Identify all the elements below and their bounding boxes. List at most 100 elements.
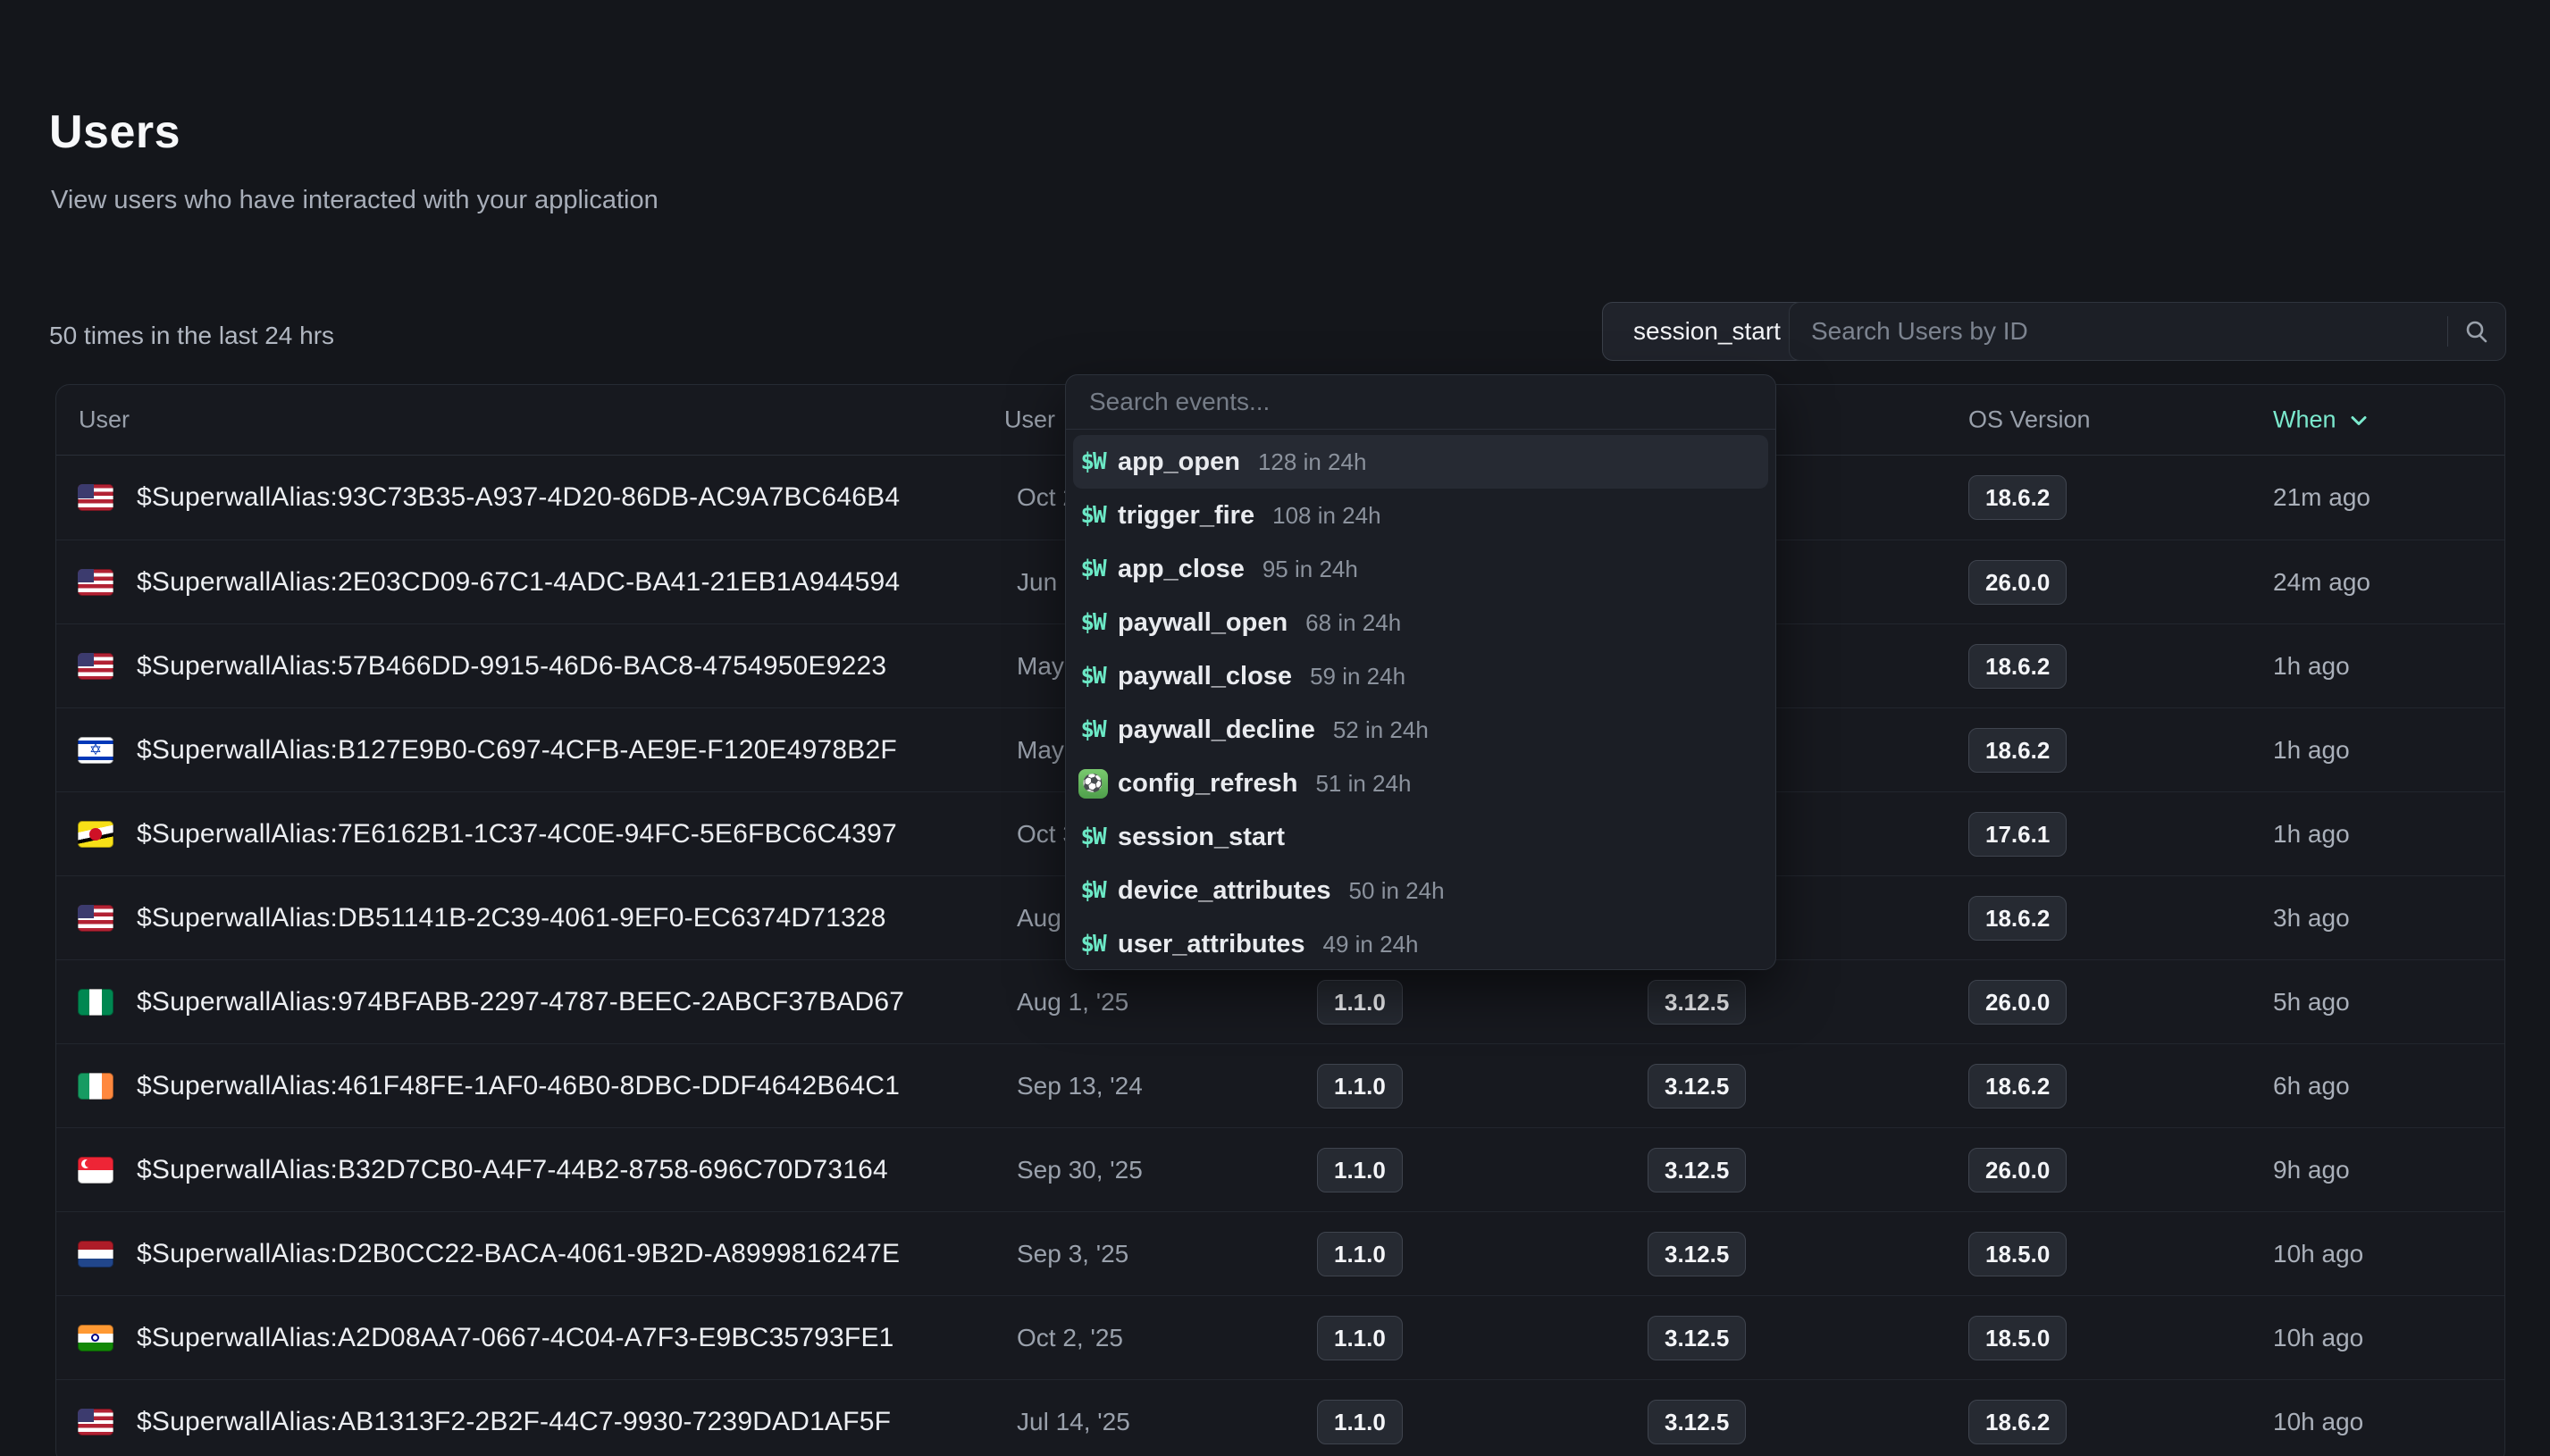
event-dropdown-item[interactable]: $W trigger_fire 108 in 24h bbox=[1073, 489, 1768, 542]
user-since-date: Sep 30, '25 bbox=[1017, 1156, 1143, 1184]
table-row[interactable]: $SuperwallAlias:974BFABB-2297-4787-BEEC-… bbox=[56, 959, 2504, 1043]
last-seen-when: 6h ago bbox=[2273, 1072, 2350, 1100]
user-search-input[interactable] bbox=[1790, 317, 2447, 346]
column-header-user: User bbox=[79, 406, 130, 434]
user-alias: $SuperwallAlias:DB51141B-2C39-4061-9EF0-… bbox=[137, 903, 886, 933]
event-count: 95 in 24h bbox=[1262, 556, 1358, 583]
user-alias: $SuperwallAlias:974BFABB-2297-4787-BEEC-… bbox=[137, 987, 904, 1017]
event-dropdown-item[interactable]: $W device_attributes 50 in 24h bbox=[1073, 864, 1768, 917]
os-version-badge: 26.0.0 bbox=[1968, 980, 2067, 1025]
user-since-date: Sep 3, '25 bbox=[1017, 1240, 1128, 1268]
user-alias: $SuperwallAlias:AB1313F2-2B2F-44C7-9930-… bbox=[137, 1407, 891, 1437]
user-since-date: Sep 13, '24 bbox=[1017, 1072, 1143, 1100]
event-count: 52 in 24h bbox=[1333, 716, 1429, 744]
last-seen-when: 1h ago bbox=[2273, 820, 2350, 849]
column-header-when[interactable]: When bbox=[2273, 406, 2370, 434]
superwall-event-icon: $W bbox=[1080, 448, 1104, 475]
last-seen-when: 3h ago bbox=[2273, 904, 2350, 933]
event-name: paywall_decline bbox=[1118, 715, 1315, 745]
event-count: 128 in 24h bbox=[1258, 448, 1366, 476]
event-name: app_close bbox=[1118, 555, 1245, 584]
last-seen-when: 5h ago bbox=[2273, 988, 2350, 1017]
app-version-badge: 1.1.0 bbox=[1317, 980, 1403, 1025]
os-version-badge: 18.6.2 bbox=[1968, 896, 2067, 941]
event-dropdown-item[interactable]: $W user_attributes 49 in 24h bbox=[1073, 917, 1768, 970]
event-count-summary: 50 times in the last 24 hrs bbox=[49, 322, 334, 350]
superwall-event-icon: $W bbox=[1080, 824, 1104, 850]
user-alias: $SuperwallAlias:B127E9B0-C697-4CFB-AE9E-… bbox=[137, 735, 897, 766]
country-flag-icon bbox=[78, 1157, 113, 1184]
event-dropdown-item[interactable]: ⚽ config_refresh 51 in 24h bbox=[1073, 757, 1768, 810]
user-search-box bbox=[1789, 302, 2506, 361]
country-flag-icon bbox=[78, 1073, 113, 1100]
event-dropdown-item[interactable]: $W paywall_decline 52 in 24h bbox=[1073, 703, 1768, 757]
country-flag-icon bbox=[78, 569, 113, 596]
os-version-badge: 18.6.2 bbox=[1968, 1064, 2067, 1109]
os-version-badge: 26.0.0 bbox=[1968, 560, 2067, 605]
user-since-date: Aug 1, '25 bbox=[1017, 988, 1128, 1017]
os-version-badge: 18.6.2 bbox=[1968, 475, 2067, 520]
country-flag-icon bbox=[78, 905, 113, 932]
user-since-date: May bbox=[1017, 652, 1064, 681]
user-alias: $SuperwallAlias:D2B0CC22-BACA-4061-9B2D-… bbox=[137, 1239, 900, 1269]
sdk-version-badge: 3.12.5 bbox=[1648, 1232, 1746, 1276]
event-name: config_refresh bbox=[1118, 769, 1297, 799]
event-name: session_start bbox=[1118, 823, 1285, 852]
column-header-os-version: OS Version bbox=[1968, 406, 2091, 434]
table-row[interactable]: $SuperwallAlias:B32D7CB0-A4F7-44B2-8758-… bbox=[56, 1127, 2504, 1211]
user-alias: $SuperwallAlias:57B466DD-9915-46D6-BAC8-… bbox=[137, 651, 886, 682]
event-name: device_attributes bbox=[1118, 876, 1331, 906]
event-filter-button[interactable]: session_start bbox=[1602, 302, 1812, 361]
superwall-event-icon: $W bbox=[1080, 931, 1104, 958]
event-dropdown-item[interactable]: $W paywall_open 68 in 24h bbox=[1073, 596, 1768, 649]
app-version-badge: 1.1.0 bbox=[1317, 1316, 1403, 1360]
user-alias: $SuperwallAlias:93C73B35-A937-4D20-86DB-… bbox=[137, 482, 900, 513]
user-alias: $SuperwallAlias:B32D7CB0-A4F7-44B2-8758-… bbox=[137, 1155, 888, 1185]
table-row[interactable]: $SuperwallAlias:D2B0CC22-BACA-4061-9B2D-… bbox=[56, 1211, 2504, 1295]
os-version-badge: 18.6.2 bbox=[1968, 1400, 2067, 1444]
os-version-badge: 18.6.2 bbox=[1968, 728, 2067, 773]
last-seen-when: 21m ago bbox=[2273, 483, 2370, 512]
country-flag-icon bbox=[78, 989, 113, 1016]
event-count: 51 in 24h bbox=[1315, 770, 1411, 798]
table-row[interactable]: $SuperwallAlias:AB1313F2-2B2F-44C7-9930-… bbox=[56, 1379, 2504, 1456]
event-count: 49 in 24h bbox=[1323, 931, 1419, 958]
user-since-date: Aug bbox=[1017, 904, 1061, 933]
country-flag-icon bbox=[78, 1409, 113, 1435]
events-search-input[interactable] bbox=[1089, 388, 1752, 416]
event-name: user_attributes bbox=[1118, 930, 1305, 959]
events-dropdown: $W app_open 128 in 24h $W trigger_fire 1… bbox=[1065, 374, 1776, 970]
last-seen-when: 9h ago bbox=[2273, 1156, 2350, 1184]
table-row[interactable]: $SuperwallAlias:461F48FE-1AF0-46B0-8DBC-… bbox=[56, 1043, 2504, 1127]
last-seen-when: 1h ago bbox=[2273, 652, 2350, 681]
app-version-badge: 1.1.0 bbox=[1317, 1232, 1403, 1276]
os-version-badge: 26.0.0 bbox=[1968, 1148, 2067, 1192]
event-dropdown-item[interactable]: $W session_start bbox=[1073, 810, 1768, 864]
event-count: 59 in 24h bbox=[1310, 663, 1405, 690]
sdk-version-badge: 3.12.5 bbox=[1648, 1064, 1746, 1109]
app-version-badge: 1.1.0 bbox=[1317, 1064, 1403, 1109]
sdk-version-badge: 3.12.5 bbox=[1648, 980, 1746, 1025]
user-alias: $SuperwallAlias:7E6162B1-1C37-4C0E-94FC-… bbox=[137, 819, 897, 849]
event-dropdown-item[interactable]: $W app_open 128 in 24h bbox=[1073, 435, 1768, 489]
config-app-icon: ⚽ bbox=[1078, 769, 1108, 799]
event-dropdown-item[interactable]: $W app_close 95 in 24h bbox=[1073, 542, 1768, 596]
chevron-down-icon bbox=[2347, 408, 2370, 431]
when-header-label: When bbox=[2273, 406, 2336, 434]
app-version-badge: 1.1.0 bbox=[1317, 1400, 1403, 1444]
user-alias: $SuperwallAlias:2E03CD09-67C1-4ADC-BA41-… bbox=[137, 567, 900, 598]
user-alias: $SuperwallAlias:461F48FE-1AF0-46B0-8DBC-… bbox=[137, 1071, 900, 1101]
event-name: app_open bbox=[1118, 448, 1240, 477]
os-version-badge: 17.6.1 bbox=[1968, 812, 2067, 857]
table-row[interactable]: $SuperwallAlias:A2D08AA7-0667-4C04-A7F3-… bbox=[56, 1295, 2504, 1379]
superwall-event-icon: $W bbox=[1080, 663, 1104, 690]
event-count: 108 in 24h bbox=[1272, 502, 1380, 530]
user-since-date: Oct 2, '25 bbox=[1017, 1324, 1123, 1352]
column-header-user-since: User bbox=[1004, 406, 1055, 434]
os-version-badge: 18.6.2 bbox=[1968, 644, 2067, 689]
event-count: 68 in 24h bbox=[1305, 609, 1401, 637]
country-flag-icon bbox=[78, 1325, 113, 1351]
event-dropdown-item[interactable]: $W paywall_close 59 in 24h bbox=[1073, 649, 1768, 703]
event-name: paywall_close bbox=[1118, 662, 1292, 691]
search-icon[interactable] bbox=[2448, 318, 2505, 345]
